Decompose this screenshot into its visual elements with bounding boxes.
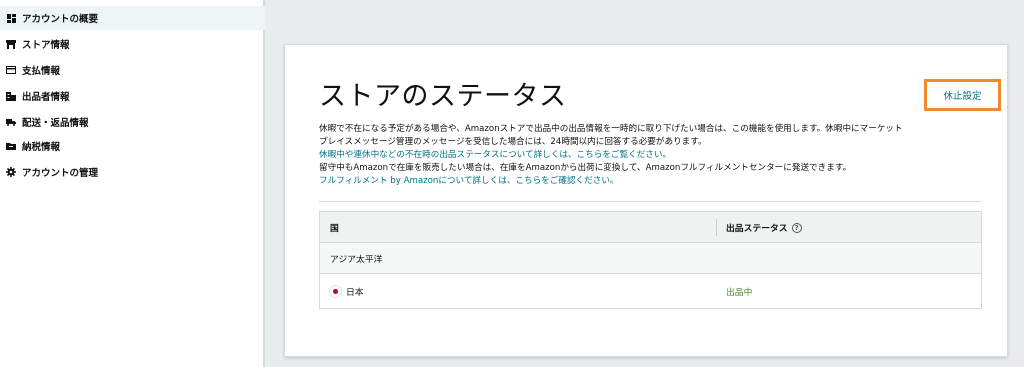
sidebar-item-label: 配送・返品情報 <box>22 118 89 129</box>
dashboard-icon <box>6 13 16 23</box>
gear-icon <box>6 167 16 177</box>
column-header-country: 国 <box>330 224 339 234</box>
sidebar-item-label: 出品者情報 <box>22 92 70 103</box>
vacation-status-link[interactable]: 休暇中や連休中などの不在時の出品ステータスについて詳しくは、こちらをご覧ください… <box>319 149 989 162</box>
sidebar-item-seller-info[interactable]: 出品者情報 <box>0 84 265 108</box>
description-line: プレイスメッセージ管理のメッセージを受信した場合には、24時間以内に回答する必要… <box>319 137 707 147</box>
description: 休暇で不在になる予定がある場合や、Amazonストアで出品中の出品情報を一時的に… <box>319 123 989 188</box>
description-line: 留守中もAmazonで在庫を販売したい場合は、在庫をAmazonから出荷に変換し… <box>319 163 852 173</box>
sidebar-item-label: アカウントの概要 <box>22 14 99 25</box>
sidebar-item-tax-info[interactable]: 納税情報 <box>0 134 265 158</box>
credit-card-icon <box>6 65 16 75</box>
column-header-status: 出品ステータス ? <box>726 212 802 243</box>
column-header-status-label: 出品ステータス <box>726 224 788 234</box>
sidebar-item-label: アカウントの管理 <box>22 168 99 179</box>
truck-icon <box>6 117 16 127</box>
column-divider <box>716 219 717 236</box>
sidebar-item-label: ストア情報 <box>22 40 70 51</box>
sidebar-item-shipping-returns[interactable]: 配送・返品情報 <box>0 110 265 134</box>
country-name: 日本 <box>346 287 364 298</box>
region-group-row: アジア太平洋 <box>320 243 981 274</box>
store-icon <box>6 39 16 49</box>
country-cell: 日本 <box>330 274 364 308</box>
sidebar-item-label: 納税情報 <box>22 142 61 153</box>
sidebar-item-account-management[interactable]: アカウントの管理 <box>0 160 265 184</box>
store-status-card: ストアのステータス 休止設定 休暇で不在になる予定がある場合や、Amazonスト… <box>284 44 1008 357</box>
sidebar: アカウントの概要 ストア情報 支払情報 出品者情報 配送・返品情報 納税情報 ア… <box>0 0 265 367</box>
sidebar-item-account-overview[interactable]: アカウントの概要 <box>0 6 265 30</box>
sidebar-item-label: 支払情報 <box>22 66 61 77</box>
fba-info-link[interactable]: フルフィルメント by Amazonについて詳しくは、こちらをご確認ください。 <box>319 175 989 188</box>
table-row: 日本 出品中 <box>320 274 981 308</box>
building-icon <box>6 91 16 101</box>
help-icon[interactable]: ? <box>791 222 802 233</box>
divider <box>319 201 981 202</box>
listing-status-value: 出品中 <box>726 287 753 298</box>
sidebar-item-store-info[interactable]: ストア情報 <box>0 32 265 56</box>
folder-icon <box>6 141 16 151</box>
japan-flag-icon <box>330 285 341 297</box>
page-title: ストアのステータス <box>319 81 567 112</box>
table-header: 国 出品ステータス ? <box>320 212 981 243</box>
description-line: 休暇で不在になる予定がある場合や、Amazonストアで出品中の出品情報を一時的に… <box>319 124 903 134</box>
sidebar-item-payment-info[interactable]: 支払情報 <box>0 58 265 82</box>
suspend-settings-button[interactable]: 休止設定 <box>924 79 1001 111</box>
listing-status-table: 国 出品ステータス ? アジア太平洋 日本 出品中 <box>319 211 982 309</box>
